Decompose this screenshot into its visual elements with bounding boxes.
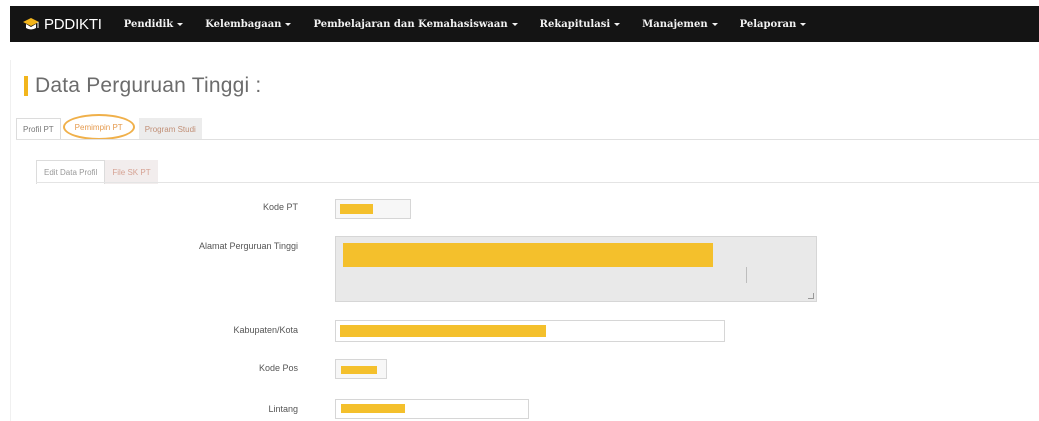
tab-profil-pt[interactable]: Profil PT: [16, 118, 61, 140]
nav-kelembagaan[interactable]: Kelembagaan: [205, 19, 292, 30]
kode-pt-input[interactable]: [335, 199, 411, 219]
kode-pt-label: Kode PT: [262, 202, 298, 212]
brand-text: PDDIKTI: [44, 15, 102, 33]
kabupaten-input[interactable]: [335, 320, 725, 342]
kabupaten-label: Kabupaten/Kota: [233, 325, 298, 335]
redacted-value: [343, 243, 713, 267]
nav-rekapitulasi[interactable]: Rekapitulasi: [540, 19, 621, 30]
lintang-input[interactable]: [335, 399, 529, 419]
nav-pendidik[interactable]: Pendidik: [124, 19, 184, 30]
page-title: Data Perguruan Tinggi :: [35, 74, 262, 97]
secondary-tabs: Edit Data Profil File SK PT: [36, 158, 158, 184]
resize-handle-icon[interactable]: [808, 293, 814, 299]
redacted-value: [341, 366, 377, 374]
caret-down-icon: [177, 22, 184, 26]
alamat-label: Alamat Perguruan Tinggi: [198, 241, 298, 251]
nav-pembelajaran[interactable]: Pembelajaran dan Kemahasiswaan: [313, 19, 518, 30]
text-cursor: [746, 267, 747, 283]
primary-tabs-divider: [16, 139, 1039, 140]
caret-down-icon: [711, 22, 718, 26]
caret-down-icon: [800, 22, 807, 26]
primary-tabs: Profil PT Pemimpin PT Program Studi: [16, 114, 202, 140]
kode-pos-input[interactable]: [335, 359, 387, 379]
page-left-guide: [10, 60, 11, 421]
kode-pos-label: Kode Pos: [258, 363, 298, 373]
tab-edit-data-profil[interactable]: Edit Data Profil: [36, 160, 106, 184]
redacted-value: [340, 325, 546, 337]
graduation-cap-icon: [23, 18, 39, 30]
caret-down-icon: [285, 22, 292, 26]
nav-manajemen[interactable]: Manajemen: [642, 19, 718, 30]
tab-pemimpin-pt[interactable]: Pemimpin PT: [62, 114, 135, 140]
caret-down-icon: [614, 22, 621, 26]
tab-file-sk-pt[interactable]: File SK PT: [105, 160, 158, 184]
caret-down-icon: [511, 22, 518, 26]
redacted-value: [340, 204, 373, 214]
alamat-textarea[interactable]: [335, 236, 817, 302]
brand-logo[interactable]: PDDIKTI: [22, 16, 102, 33]
lintang-label: Lintang: [268, 404, 298, 414]
tab-program-studi[interactable]: Program Studi: [138, 118, 202, 140]
redacted-value: [341, 404, 405, 413]
secondary-tabs-divider: [36, 182, 1039, 183]
title-accent-bar: [24, 76, 28, 96]
top-navbar: PDDIKTI Pendidik Kelembagaan Pembelajara…: [10, 6, 1039, 42]
nav-pelaporan[interactable]: Pelaporan: [740, 19, 807, 30]
